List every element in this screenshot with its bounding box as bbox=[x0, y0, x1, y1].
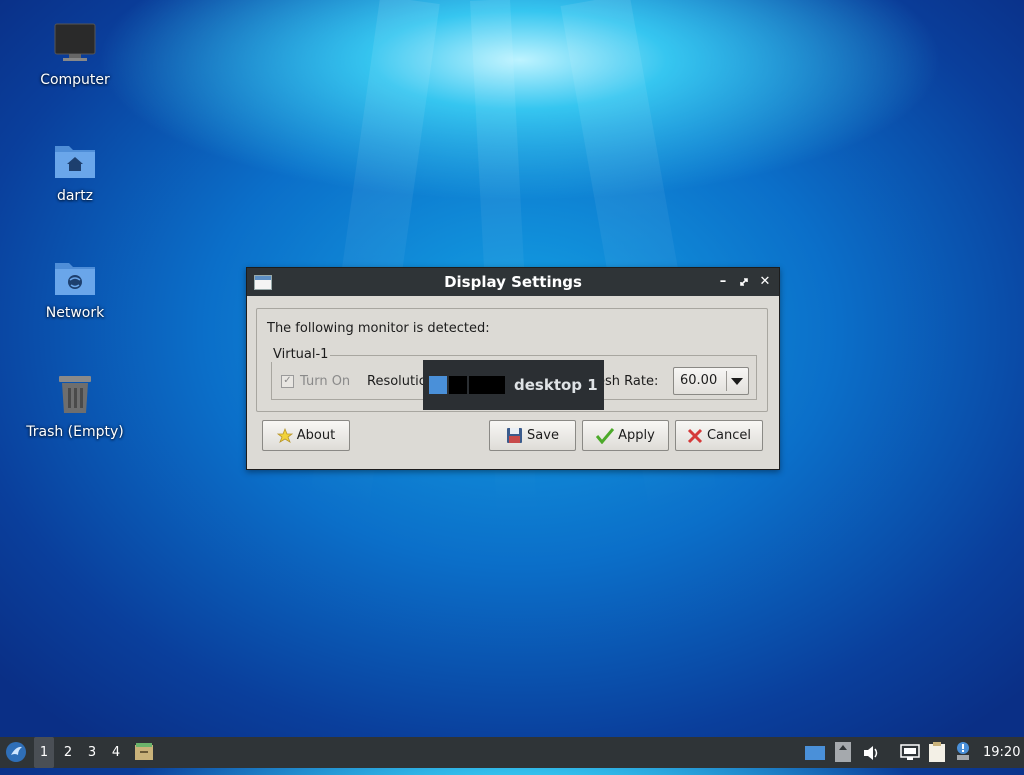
desktop-icon-label: Computer bbox=[40, 72, 110, 88]
star-icon bbox=[276, 427, 293, 443]
monitor-icon bbox=[54, 23, 96, 61]
desktop-icon-trash[interactable]: Trash (Empty) bbox=[15, 372, 135, 440]
refresh-rate-value: 60.00 bbox=[680, 373, 718, 388]
home-folder-icon bbox=[55, 146, 95, 178]
about-button-label: About bbox=[296, 428, 336, 443]
resolution-label: Resolutio bbox=[367, 374, 427, 389]
monitor-name: Virtual-1 bbox=[271, 347, 331, 362]
chevron-down-icon bbox=[731, 378, 743, 385]
network-folder-icon bbox=[55, 263, 95, 295]
workspace-button-3[interactable]: 3 bbox=[82, 737, 102, 768]
window-titlebar[interactable]: Display Settings – ✕ bbox=[247, 268, 779, 296]
checkmark-icon bbox=[596, 427, 615, 444]
notification-icon[interactable] bbox=[952, 737, 974, 768]
lxqt-logo-icon bbox=[6, 742, 26, 762]
desktop-icon-label: dartz bbox=[56, 188, 94, 204]
refresh-rate-label: esh Rate: bbox=[597, 374, 659, 389]
apply-button-label: Apply bbox=[618, 428, 655, 443]
cancel-button-label: Cancel bbox=[706, 428, 752, 443]
volume-icon[interactable] bbox=[861, 737, 883, 768]
minimize-icon[interactable]: – bbox=[715, 274, 731, 290]
workspace-preview-1 bbox=[429, 376, 447, 394]
desktop-switcher-popup: desktop 1 bbox=[423, 360, 604, 410]
network-tray-icon[interactable] bbox=[898, 737, 922, 768]
clipboard-icon[interactable] bbox=[926, 737, 948, 768]
desktop-icon-label: Trash (Empty) bbox=[26, 424, 124, 440]
clock[interactable]: 19:20 bbox=[983, 737, 1020, 768]
workspace-preview-4 bbox=[487, 376, 505, 394]
desktop-icon-network[interactable]: Network bbox=[15, 257, 135, 321]
desktop-icon-label: Network bbox=[45, 305, 105, 321]
up-arrow-box-icon bbox=[835, 742, 851, 762]
window-title: Display Settings bbox=[444, 273, 582, 291]
apply-button[interactable]: Apply bbox=[582, 420, 669, 451]
workspace-preview-2 bbox=[449, 376, 467, 394]
turn-on-label: Turn On bbox=[300, 374, 351, 389]
tray-updates-icon[interactable] bbox=[833, 737, 853, 768]
maximize-icon[interactable] bbox=[736, 274, 752, 290]
cancel-button[interactable]: Cancel bbox=[675, 420, 763, 451]
workspace-button-2[interactable]: 2 bbox=[58, 737, 78, 768]
combo-separator bbox=[726, 371, 727, 391]
refresh-rate-select[interactable]: 60.00 bbox=[673, 367, 749, 395]
desktop-switcher-label: desktop 1 bbox=[514, 376, 598, 394]
floppy-disk-icon bbox=[507, 428, 523, 443]
save-button-label: Save bbox=[527, 428, 559, 443]
close-icon[interactable]: ✕ bbox=[757, 274, 773, 290]
trash-icon bbox=[59, 376, 91, 413]
workspace-button-4[interactable]: 4 bbox=[106, 737, 126, 768]
detected-label: The following monitor is detected: bbox=[267, 321, 490, 336]
file-manager-icon bbox=[135, 743, 153, 760]
start-menu-button[interactable] bbox=[3, 737, 29, 768]
about-button[interactable]: About bbox=[262, 420, 350, 451]
show-desktop-button[interactable] bbox=[132, 737, 156, 768]
taskbar: 1 2 3 4 19:20 bbox=[0, 737, 1024, 768]
workspace-preview-3 bbox=[469, 376, 487, 394]
window-list-icon bbox=[805, 746, 825, 760]
desktop-icon-computer[interactable]: Computer bbox=[15, 22, 135, 88]
turn-on-checkbox[interactable]: ✓ bbox=[281, 375, 294, 388]
save-button[interactable]: Save bbox=[489, 420, 576, 451]
desktop-icon-dartz[interactable]: dartz bbox=[15, 140, 135, 204]
workspace-button-1[interactable]: 1 bbox=[34, 737, 54, 768]
cancel-x-icon bbox=[687, 428, 703, 443]
tray-window-icon[interactable] bbox=[803, 737, 827, 768]
